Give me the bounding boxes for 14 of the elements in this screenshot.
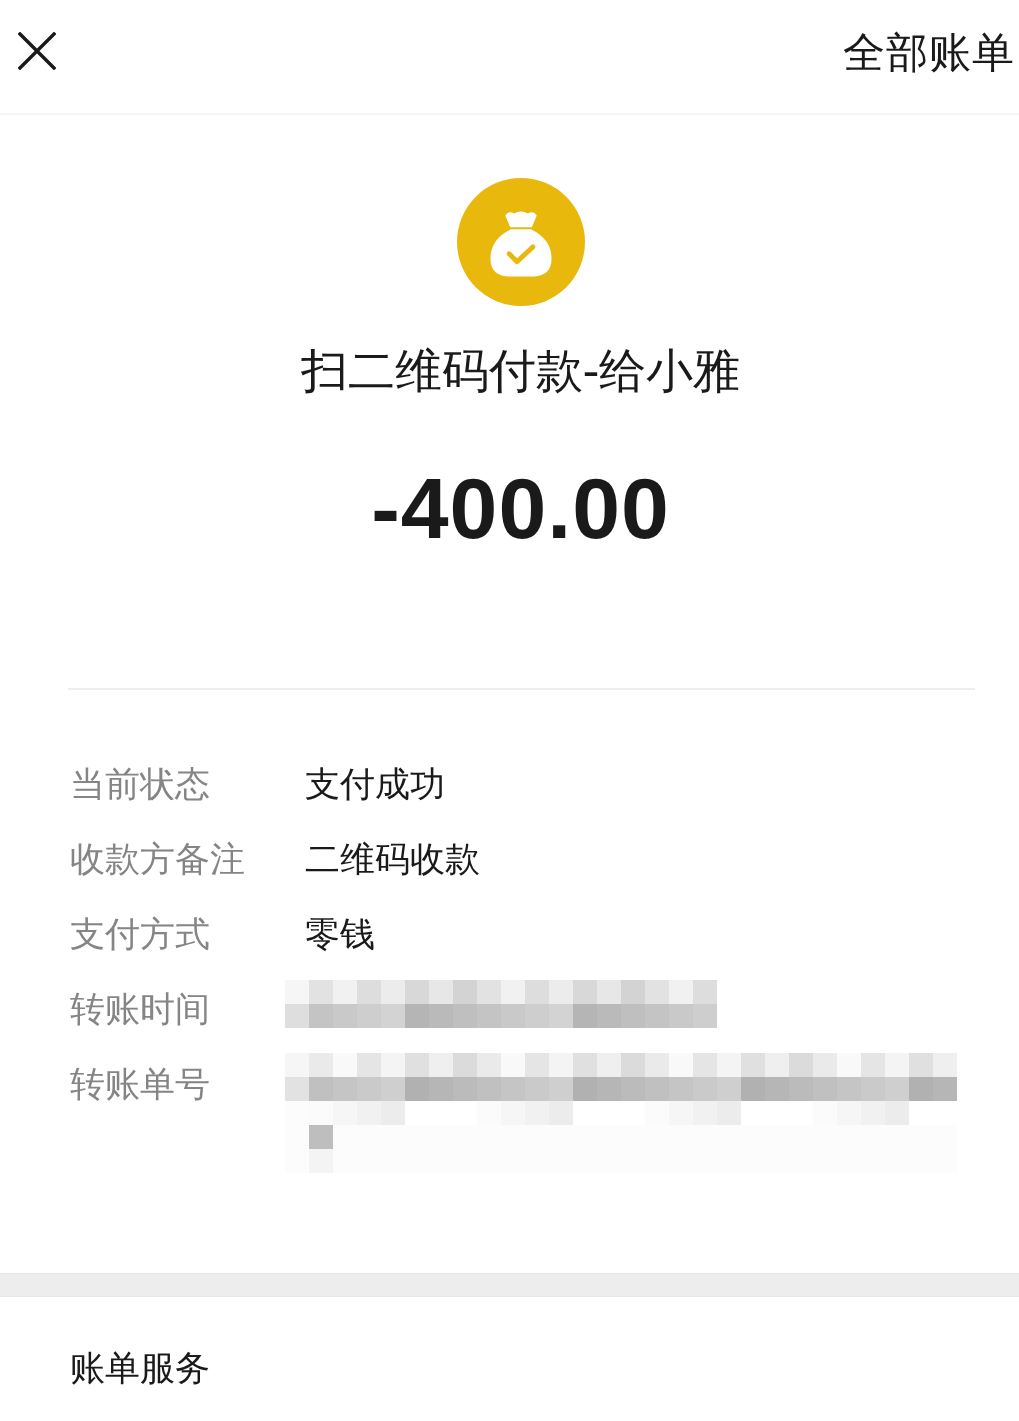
- field-value: 零钱: [304, 912, 375, 956]
- field-label: 当前状态: [70, 762, 211, 806]
- field-value: 支付成功: [304, 762, 445, 806]
- all-bills-link[interactable]: 全部账单: [843, 21, 1015, 84]
- field-label: 收款方备注: [70, 837, 246, 881]
- field-label: 转账时间: [70, 987, 211, 1031]
- payment-amount: -400.00: [371, 464, 670, 551]
- field-label: 支付方式: [70, 912, 211, 956]
- payment-title: 扫二维码付款-给小雅: [300, 342, 741, 400]
- field-value: 二维码收款: [304, 837, 480, 881]
- close-icon[interactable]: [18, 31, 56, 70]
- bill-service-item[interactable]: 账单服务: [0, 1296, 1019, 1393]
- money-bag-check-icon: [456, 178, 585, 306]
- field-label: 转账单号: [70, 1062, 211, 1106]
